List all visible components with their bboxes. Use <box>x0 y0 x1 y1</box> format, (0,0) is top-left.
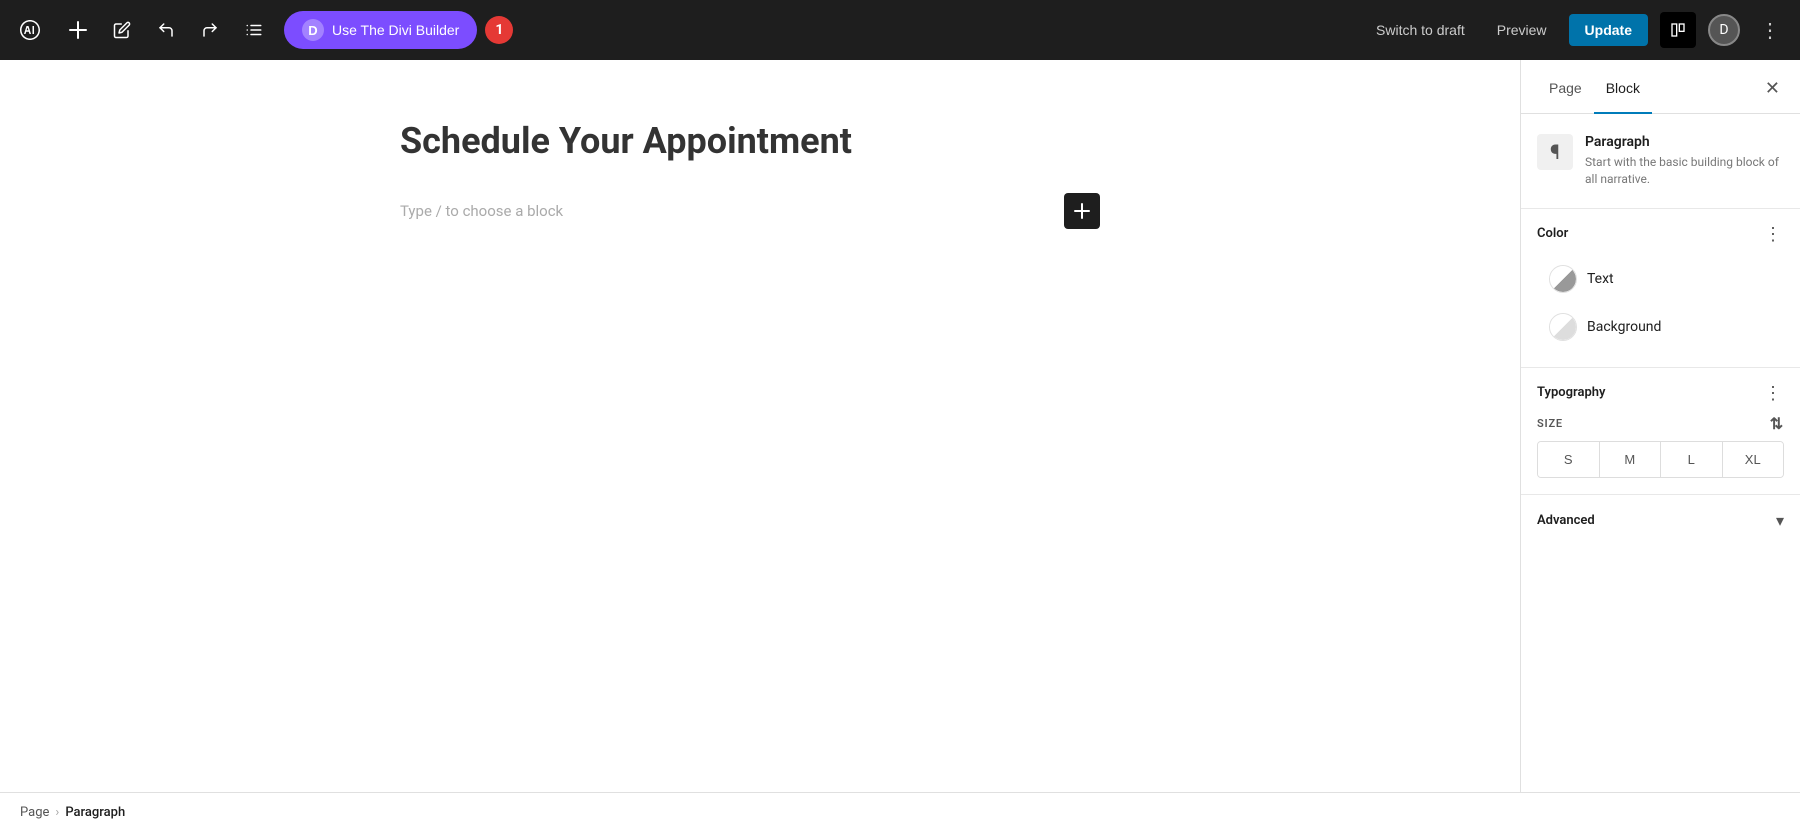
tab-block[interactable]: Block <box>1594 60 1652 114</box>
background-color-label: Background <box>1587 319 1661 335</box>
text-color-label: Text <box>1587 271 1614 287</box>
editor-inner: Schedule Your Appointment Type / to choo… <box>360 120 1160 229</box>
block-info: ¶ Paragraph Start with the basic buildin… <box>1521 114 1800 209</box>
tab-page[interactable]: Page <box>1537 60 1594 114</box>
advanced-section: Advanced ▾ <box>1521 495 1800 546</box>
background-color-circle <box>1549 313 1577 341</box>
size-xl-btn[interactable]: XL <box>1723 442 1784 477</box>
advanced-header[interactable]: Advanced ▾ <box>1537 511 1784 530</box>
size-label-text: SIZE <box>1537 417 1563 430</box>
preview-btn[interactable]: Preview <box>1487 16 1557 44</box>
size-l-btn[interactable]: L <box>1661 442 1723 477</box>
update-btn[interactable]: Update <box>1569 14 1648 46</box>
color-section: Color ⋮ Text Background <box>1521 209 1800 368</box>
advanced-chevron-icon: ▾ <box>1776 511 1784 530</box>
text-color-option[interactable]: Text <box>1537 255 1784 303</box>
typography-section: Typography ⋮ SIZE ⇅ S M L XL <box>1521 368 1800 495</box>
background-color-option[interactable]: Background <box>1537 303 1784 351</box>
list-view-btn[interactable] <box>236 12 272 48</box>
page-title[interactable]: Schedule Your Appointment <box>400 120 1120 163</box>
block-info-text: Paragraph Start with the basic building … <box>1585 134 1784 188</box>
editor-area[interactable]: Schedule Your Appointment Type / to choo… <box>0 60 1520 792</box>
size-m-btn[interactable]: M <box>1600 442 1662 477</box>
typography-section-header: Typography ⋮ <box>1537 384 1784 402</box>
undo-btn[interactable] <box>148 12 184 48</box>
text-color-circle <box>1549 265 1577 293</box>
color-section-header: Color ⋮ <box>1537 225 1784 243</box>
typography-section-title: Typography <box>1537 385 1606 400</box>
typography-more-btn[interactable]: ⋮ <box>1762 384 1784 402</box>
edit-toolbar-btn[interactable] <box>104 12 140 48</box>
block-name: Paragraph <box>1585 134 1784 150</box>
close-sidebar-btn[interactable]: ✕ <box>1761 60 1784 113</box>
breadcrumb-bar: Page › Paragraph <box>0 792 1800 832</box>
divi-icon: D <box>302 19 324 41</box>
add-block-btn[interactable] <box>1064 193 1100 229</box>
paragraph-icon: ¶ <box>1537 134 1573 170</box>
layout-toggle-btn[interactable] <box>1660 12 1696 48</box>
add-block-toolbar-btn[interactable] <box>60 12 96 48</box>
redo-btn[interactable] <box>192 12 228 48</box>
breadcrumb-separator: › <box>55 805 59 820</box>
notification-badge[interactable]: 1 <box>485 16 513 44</box>
toolbar-right: Switch to draft Preview Update D ⋮ <box>1366 12 1788 48</box>
advanced-title: Advanced <box>1537 513 1595 528</box>
divi-builder-btn[interactable]: D Use The Divi Builder <box>284 11 477 49</box>
main-area: Schedule Your Appointment Type / to choo… <box>0 60 1800 792</box>
user-avatar[interactable]: D <box>1708 14 1740 46</box>
right-sidebar: Page Block ✕ ¶ Paragraph Start with the … <box>1520 60 1800 792</box>
main-toolbar: D Use The Divi Builder 1 Switch to draft… <box>0 0 1800 60</box>
size-label-row: SIZE ⇅ <box>1537 414 1784 433</box>
block-area: Type / to choose a block <box>400 193 1120 229</box>
size-buttons: S M L XL <box>1537 441 1784 478</box>
color-section-title: Color <box>1537 226 1568 241</box>
size-s-btn[interactable]: S <box>1538 442 1600 477</box>
breadcrumb-page[interactable]: Page <box>20 805 49 820</box>
switch-draft-btn[interactable]: Switch to draft <box>1366 16 1475 44</box>
more-options-btn[interactable]: ⋮ <box>1752 14 1788 47</box>
wp-logo[interactable] <box>12 12 48 48</box>
sidebar-tabs: Page Block ✕ <box>1521 60 1800 114</box>
color-more-btn[interactable]: ⋮ <box>1762 225 1784 243</box>
breadcrumb-current: Paragraph <box>65 805 125 820</box>
size-controls-icon[interactable]: ⇅ <box>1770 414 1784 433</box>
block-placeholder[interactable]: Type / to choose a block <box>400 194 563 228</box>
block-description: Start with the basic building block of a… <box>1585 154 1784 188</box>
